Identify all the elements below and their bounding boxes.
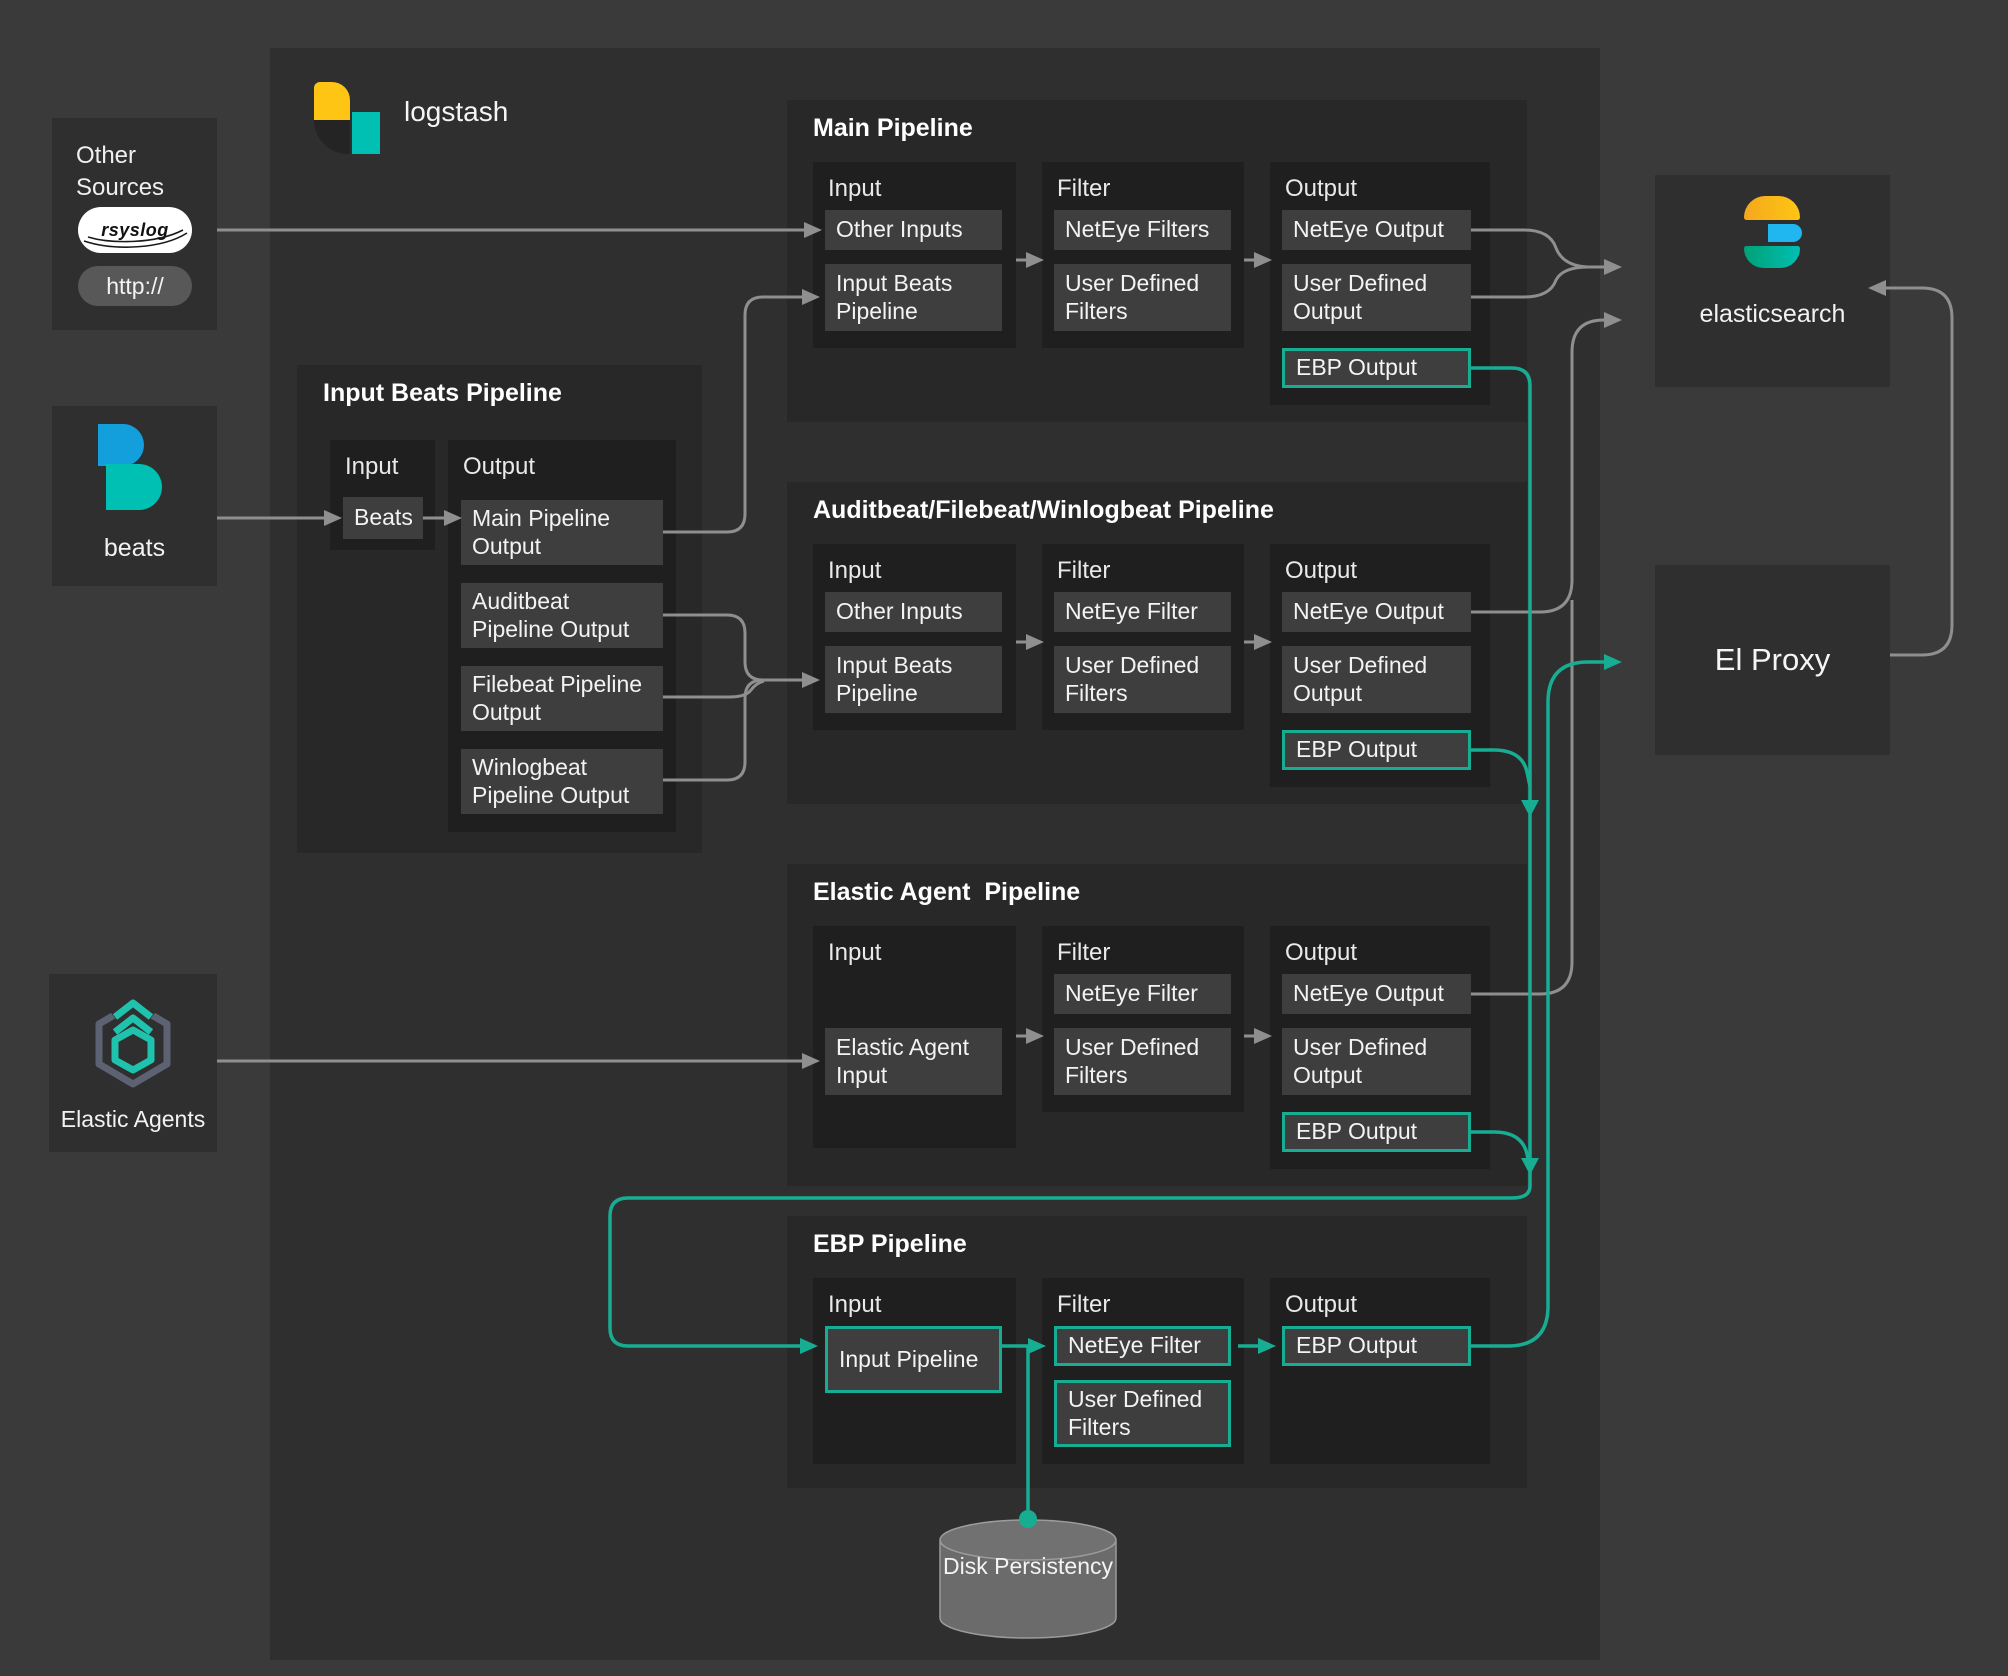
beats-logo-icon: [98, 424, 170, 510]
pipeline-ebp: EBP Pipeline Input Input Pipeline Filter Net…: [787, 1216, 1527, 1488]
pipeline-beats-pipeline-item-neteye-output: NetEye Output: [1282, 592, 1471, 632]
pipeline-elastic-agent: Elastic Agent Pipeline Input Elastic Agent…: [787, 864, 1527, 1186]
elastic-agents-label: Elastic Agents: [60, 1106, 206, 1132]
pipeline-elastic-agent-output-label: Output: [1285, 939, 1358, 966]
pipeline-elastic-agent-title: Elastic Agent Pipeline: [813, 878, 1081, 906]
pipeline-ebp-item-user-defined-filters: User Defined Filters: [1054, 1380, 1231, 1447]
pipeline-ebp-output-label: Output: [1285, 1291, 1358, 1318]
pipeline-main-item-user-defined-output: User Defined Output: [1282, 264, 1471, 331]
pipeline-main-item-ebp-output: EBP Output: [1282, 348, 1471, 388]
ibp-input-column: Input Beats: [330, 440, 435, 550]
pipeline-elastic-agent-item-user-defined-output: User Defined Output: [1282, 1028, 1471, 1095]
pipeline-main-column-output: Output NetEye Output User Defined Output EB…: [1270, 162, 1490, 405]
elasticsearch-label: elasticsearch: [1699, 300, 1846, 328]
pipeline-elastic-agent-column-filter: Filter NetEye Filter User Defined Filters: [1042, 926, 1244, 1112]
pipeline-ebp-input-label: Input: [828, 1291, 882, 1318]
pipeline-main-column-filter: Filter NetEye Filters User Defined Filters: [1042, 162, 1244, 348]
pipeline-beats-pipeline-column-input: Input Other Inputs Input Beats Pipeline: [813, 544, 1016, 730]
pipeline-elastic-agent-filter-label: Filter: [1057, 939, 1111, 966]
pipeline-main-item-neteye-filters: NetEye Filters: [1054, 210, 1231, 250]
pipeline-main-item-neteye-output: NetEye Output: [1282, 210, 1471, 250]
pipeline-elastic-agent-column-output: Output NetEye Output User Defined Output EB…: [1270, 926, 1490, 1169]
pipeline-elastic-agent-item-neteye-filter: NetEye Filter: [1054, 974, 1231, 1014]
pipeline-input-beats: Input Beats Pipeline Input Beats Output …: [297, 365, 702, 853]
pipeline-ebp-item-neteye-filter: NetEye Filter: [1054, 1326, 1231, 1366]
logstash-label: logstash: [404, 96, 509, 127]
ibp-item-beats: Beats: [343, 497, 423, 539]
pipeline-elastic-agent-item-ebp-output: EBP Output: [1282, 1112, 1471, 1152]
pipeline-beats-pipeline-filter-label: Filter: [1057, 557, 1111, 584]
ibp-input-label: Input: [345, 453, 399, 480]
elasticsearch-logo-icon: [1738, 196, 1806, 270]
pipeline-beats-pipeline: Auditbeat/Filebeat/Winlogbeat Pipeline In…: [787, 482, 1527, 804]
pipeline-ebp-title: EBP Pipeline: [813, 1230, 967, 1258]
pipeline-main-item-user-defined-filters: User Defined Filters: [1054, 264, 1231, 331]
pipeline-main-item-other-inputs: Other Inputs: [825, 210, 1002, 250]
pipeline-elastic-agent-item-user-defined-filters: User Defined Filters: [1054, 1028, 1231, 1095]
pipeline-beats-pipeline-output-label: Output: [1285, 557, 1358, 584]
elastic-agent-hexagon-icon: [95, 995, 171, 1088]
pipeline-ebp-filter-label: Filter: [1057, 1291, 1111, 1318]
pipeline-beats-pipeline-item-other-inputs: Other Inputs: [825, 592, 1002, 632]
beats-label: beats: [103, 534, 166, 562]
pipeline-input-beats-title: Input Beats Pipeline: [323, 379, 562, 407]
pipeline-beats-pipeline-item-ebp-output: EBP Output: [1282, 730, 1471, 770]
el-proxy-panel: El Proxy: [1655, 565, 1890, 755]
logstash-icon: [314, 82, 380, 154]
ibp-item-filebeat-pipeline-output: Filebeat Pipeline Output: [461, 666, 663, 731]
pipeline-ebp-item-input-pipeline: Input Pipeline: [825, 1326, 1002, 1393]
ibp-item-winlogbeat-pipeline-output: Winlogbeat Pipeline Output: [461, 749, 663, 814]
pipeline-main: Main Pipeline Input Other Inputs Input Beat…: [787, 100, 1527, 422]
pipeline-elastic-agent-column-input: Input Elastic Agent Input: [813, 926, 1016, 1148]
diagram-canvas: logstash Other Sources rsyslog http:// b…: [0, 0, 2008, 1676]
pipeline-beats-pipeline-item-neteye-filter: NetEye Filter: [1054, 592, 1231, 632]
pipeline-ebp-column-input: Input Input Pipeline: [813, 1278, 1016, 1464]
pipeline-main-title: Main Pipeline: [813, 114, 973, 142]
ibp-output-label: Output: [463, 453, 536, 480]
pipeline-beats-pipeline-title: Auditbeat/Filebeat/Winlogbeat Pipeline: [813, 496, 1274, 524]
pipeline-elastic-agent-item-elastic-agent-input: Elastic Agent Input: [825, 1028, 1002, 1095]
ibp-item-auditbeat-pipeline-output: Auditbeat Pipeline Output: [461, 583, 663, 648]
pipeline-elastic-agent-input-label: Input: [828, 939, 882, 966]
pipeline-beats-pipeline-item-user-defined-filters: User Defined Filters: [1054, 646, 1231, 713]
ibp-item-main-pipeline-output: Main Pipeline Output: [461, 500, 663, 565]
pipeline-ebp-item-ebp-output: EBP Output: [1282, 1326, 1471, 1366]
pipeline-main-input-label: Input: [828, 175, 882, 202]
pipeline-beats-pipeline-item-input-beats-pipeline: Input Beats Pipeline: [825, 646, 1002, 713]
rsyslog-label: rsyslog: [101, 219, 169, 240]
rsyslog-badge-icon: rsyslog: [78, 207, 192, 253]
disk-persistency-label: Disk Persistency: [943, 1553, 1113, 1579]
pipeline-ebp-column-output: Output EBP Output: [1270, 1278, 1490, 1464]
pipeline-main-column-input: Input Other Inputs Input Beats Pipeline: [813, 162, 1016, 348]
http-badge: http://: [78, 266, 192, 306]
pipeline-beats-pipeline-column-filter: Filter NetEye Filter User Defined Filters: [1042, 544, 1244, 730]
pipeline-beats-pipeline-item-user-defined-output: User Defined Output: [1282, 646, 1471, 713]
other-sources-title: Other Sources: [76, 142, 165, 202]
pipeline-main-filter-label: Filter: [1057, 175, 1111, 202]
pipeline-beats-pipeline-column-output: Output NetEye Output User Defined Output EB…: [1270, 544, 1490, 787]
pipeline-main-item-input-beats-pipeline: Input Beats Pipeline: [825, 264, 1002, 331]
pipeline-elastic-agent-item-neteye-output: NetEye Output: [1282, 974, 1471, 1014]
pipeline-main-output-label: Output: [1285, 175, 1358, 202]
ibp-output-column: Output Main Pipeline Output Auditbeat Pip…: [448, 440, 676, 832]
wire-elproxy-to-elasticsearch: [1868, 280, 1954, 657]
pipeline-ebp-column-filter: Filter NetEye Filter User Defined Filters: [1042, 1278, 1244, 1464]
pipeline-beats-pipeline-input-label: Input: [828, 557, 882, 584]
